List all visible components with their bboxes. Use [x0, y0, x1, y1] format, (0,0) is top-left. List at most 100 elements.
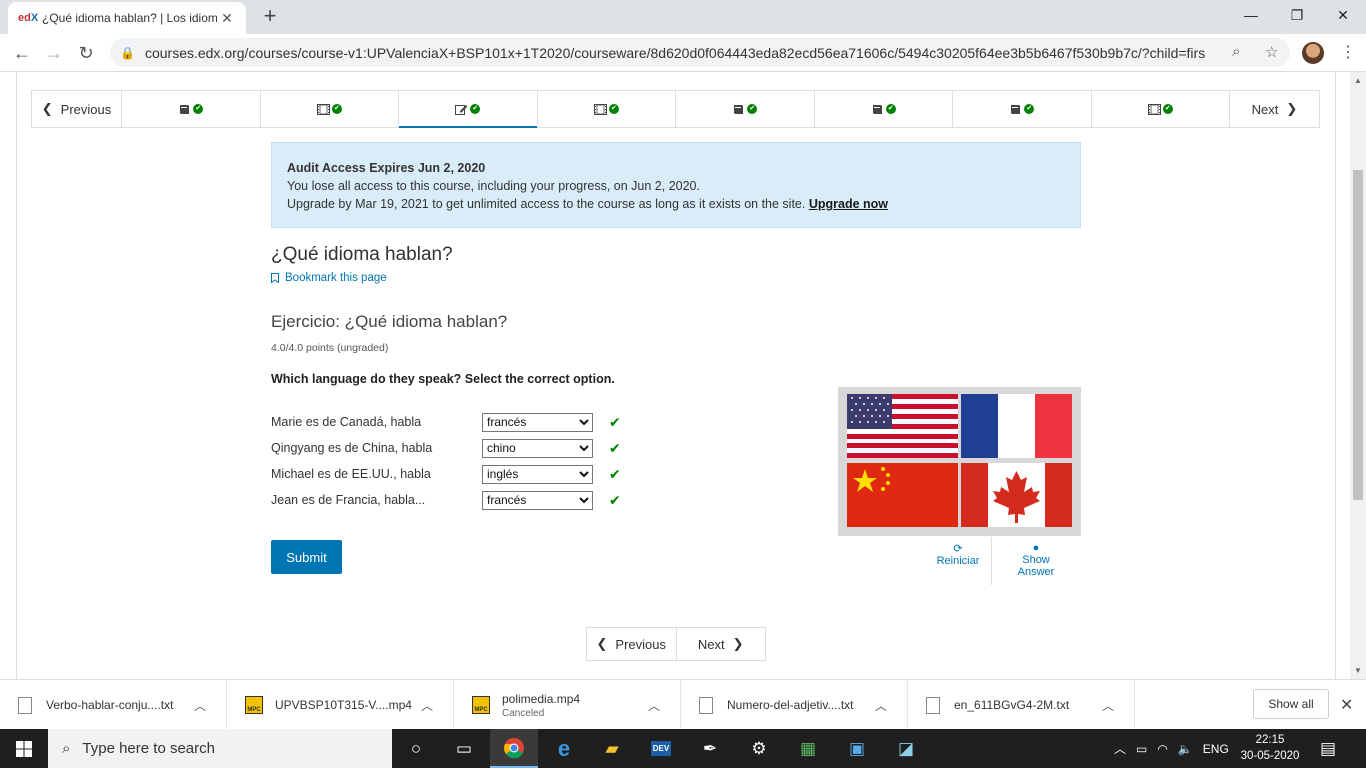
menu-icon[interactable]: ⋮	[1340, 42, 1356, 62]
back-icon[interactable]: ←	[10, 42, 34, 66]
video-icon	[593, 103, 607, 115]
bottom-previous-button[interactable]: ❮ Previous	[587, 628, 677, 660]
browser-tab[interactable]: edX ¿Qué idioma hablan? | Los idiom ✕	[8, 2, 246, 34]
minimize-icon[interactable]: —	[1228, 0, 1274, 30]
media-file-icon: MPC	[472, 696, 490, 714]
download-name: UPVBSP10T315-V....mp4	[275, 698, 412, 712]
chevron-up-icon[interactable]: ︿	[421, 697, 433, 714]
question-row: Qingyang es de China, habla chino ✔	[271, 438, 631, 458]
banner-line-1: You lose all access to this course, incl…	[287, 179, 700, 193]
restore-icon[interactable]: ❐	[1274, 0, 1320, 30]
start-button[interactable]	[0, 729, 48, 768]
answer-select[interactable]: francés	[482, 490, 593, 510]
sequence-unit-6[interactable]: ✔	[815, 91, 953, 127]
sequence-unit-2[interactable]: ✔	[261, 91, 399, 127]
battery-icon[interactable]: ▭	[1136, 742, 1147, 756]
notifications-icon[interactable]: ▤	[1308, 729, 1348, 768]
notes-app-icon[interactable]: ◪	[882, 729, 930, 768]
chart-app-icon[interactable]: ▦	[784, 729, 832, 768]
check-circle-icon: ✔	[1024, 104, 1035, 114]
france-flag	[961, 394, 1072, 458]
scroll-down-icon[interactable]: ▼	[1354, 666, 1362, 675]
download-name: Verbo-hablar-conju....txt	[46, 698, 174, 712]
correct-check-icon: ✔	[609, 413, 621, 430]
cortana-icon[interactable]: ○	[392, 729, 440, 768]
photos-icon[interactable]: ▣	[833, 729, 881, 768]
text-file-icon	[926, 696, 940, 714]
sequence-unit-4[interactable]: ✔	[538, 91, 676, 127]
sequence-next-button[interactable]: Next ❯	[1229, 91, 1319, 127]
sequence-unit-1[interactable]: ✔	[122, 91, 261, 127]
correct-check-icon: ✔	[609, 465, 621, 482]
bottom-nav: ❮ Previous Next ❯	[586, 627, 766, 661]
settings-gear-icon[interactable]: ⚙	[735, 729, 783, 768]
audit-banner: Audit Access Expires Jun 2, 2020 You los…	[271, 142, 1081, 228]
download-status: Canceled	[502, 707, 545, 719]
app-icon[interactable]: ✒	[686, 729, 734, 768]
volume-icon[interactable]: 🔈	[1178, 742, 1193, 756]
window-close-icon[interactable]: ✕	[1320, 0, 1366, 30]
tab-close-icon[interactable]: ✕	[218, 10, 236, 27]
reset-button[interactable]: ⟳ Reiniciar	[930, 542, 986, 567]
download-item[interactable]: en_611BGvG4-2M.txt ︿	[908, 680, 1135, 730]
taskbar-search-input[interactable]: ⌕ Type here to search	[48, 729, 392, 768]
tray-chevron-up-icon[interactable]: ︿	[1114, 740, 1126, 757]
sequence-unit-8[interactable]: ✔	[1092, 91, 1230, 127]
edit-icon	[455, 104, 468, 115]
taskbar-clock[interactable]: 22:15 30-05-2020	[1240, 732, 1300, 764]
action-divider	[991, 537, 992, 585]
file-explorer-icon[interactable]: ▰	[588, 729, 636, 768]
new-tab-icon[interactable]: +	[258, 4, 282, 28]
answer-select[interactable]: chino	[482, 438, 593, 458]
zoom-icon[interactable]: ⌕	[1232, 43, 1240, 60]
download-item[interactable]: Numero-del-adjetiv....txt ︿	[681, 680, 908, 730]
video-icon	[1147, 103, 1161, 115]
devcpp-icon[interactable]: DEV	[637, 729, 685, 768]
question-row: Michael es de EE.UU., habla inglés ✔	[271, 464, 631, 484]
question-row: Marie es de Canadá, habla francés ✔	[271, 412, 631, 432]
wifi-icon[interactable]: ◠	[1157, 742, 1167, 756]
sequence-previous-button[interactable]: ❮ Previous	[32, 91, 122, 127]
answer-select[interactable]: inglés	[482, 464, 593, 484]
bottom-next-button[interactable]: Next ❯	[677, 628, 766, 660]
download-item[interactable]: MPC polimedia.mp4 Canceled ︿	[454, 680, 681, 730]
lock-icon: 🔒	[120, 45, 135, 60]
url-input[interactable]: 🔒 courses.edx.org/courses/course-v1:UPVa…	[110, 38, 1290, 67]
close-download-bar-icon[interactable]: ✕	[1340, 695, 1353, 715]
video-icon	[316, 103, 330, 115]
unit-title: ¿Qué idioma hablan?	[271, 244, 453, 265]
sequence-unit-7[interactable]: ✔	[953, 91, 1092, 127]
reload-icon[interactable]: ↻	[74, 42, 98, 66]
edge-icon[interactable]: e	[540, 729, 588, 768]
submit-button[interactable]: Submit	[271, 540, 342, 574]
download-item[interactable]: MPC UPVBSP10T315-V....mp4 ︿	[227, 680, 454, 730]
task-view-icon[interactable]: ▭	[440, 729, 488, 768]
language-indicator[interactable]: ENG	[1203, 742, 1229, 756]
text-file-icon	[18, 696, 32, 714]
chevron-up-icon[interactable]: ︿	[1102, 697, 1114, 714]
chevron-up-icon[interactable]: ︿	[875, 697, 887, 714]
book-icon	[180, 104, 190, 114]
sequence-unit-5[interactable]: ✔	[676, 91, 815, 127]
profile-avatar[interactable]	[1302, 42, 1324, 64]
browser-tab-bar: edX ¿Qué idioma hablan? | Los idiom ✕ + …	[0, 0, 1366, 34]
scroll-up-icon[interactable]: ▲	[1354, 76, 1362, 85]
chrome-icon[interactable]	[490, 729, 538, 768]
scrollbar-thumb[interactable]	[1353, 170, 1363, 500]
bottom-previous-label: Previous	[615, 636, 666, 652]
chevron-up-icon[interactable]: ︿	[194, 697, 206, 714]
show-answer-button[interactable]: ● Show Answer	[1008, 542, 1064, 578]
answer-select[interactable]: francés	[482, 412, 593, 432]
show-answer-label-1: Show	[1022, 554, 1050, 566]
upgrade-now-link[interactable]: Upgrade now	[809, 197, 888, 211]
forward-icon[interactable]: →	[42, 42, 66, 66]
star-icon[interactable]: ☆	[1265, 43, 1278, 61]
show-all-button[interactable]: Show all	[1253, 689, 1329, 719]
page-scrollbar[interactable]: ▲ ▼	[1350, 72, 1366, 679]
sequence-unit-3-active[interactable]: ✔	[399, 91, 538, 128]
chevron-up-icon[interactable]: ︿	[648, 697, 660, 714]
tab-title: ¿Qué idioma hablan? | Los idiom	[42, 11, 217, 25]
download-item[interactable]: Verbo-hablar-conju....txt ︿	[0, 680, 227, 730]
bookmark-button[interactable]: Bookmark this page	[271, 272, 387, 284]
show-answer-label-2: Answer	[1017, 566, 1055, 578]
